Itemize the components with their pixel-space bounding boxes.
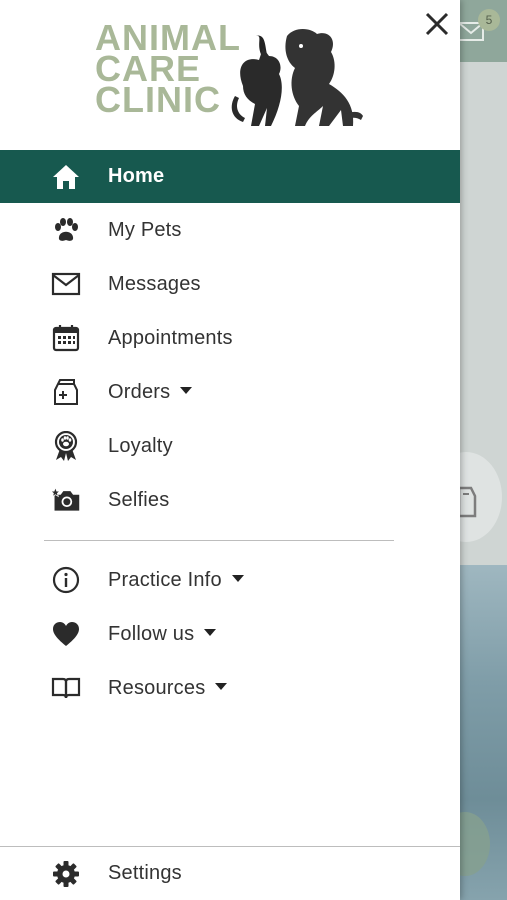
menu-item-label: Practice Info xyxy=(108,569,244,592)
menu-item-label: Orders xyxy=(108,381,193,404)
paw-icon xyxy=(51,216,81,244)
menu-item-resources[interactable]: Resources xyxy=(0,661,460,715)
clinic-logo: ANIMAL CARE CLINIC xyxy=(95,17,370,132)
secondary-menu: Practice Info Follow us Resources xyxy=(0,553,460,715)
chevron-down-icon xyxy=(204,628,217,636)
menu-divider xyxy=(44,540,394,541)
menu-item-settings[interactable]: Settings xyxy=(0,847,460,900)
menu-item-label: Appointments xyxy=(108,326,233,349)
menu-item-messages[interactable]: Messages xyxy=(0,257,460,311)
food-bag-icon xyxy=(51,378,81,406)
home-icon xyxy=(51,163,81,191)
menu-item-my-pets[interactable]: My Pets xyxy=(0,203,460,257)
menu-item-label: Messages xyxy=(108,272,201,295)
menu-item-label: Follow us xyxy=(108,623,217,646)
menu-item-label: Selfies xyxy=(108,488,170,511)
chevron-down-icon xyxy=(180,386,193,394)
food-bag-icon xyxy=(457,486,477,518)
menu-item-label: Loyalty xyxy=(108,434,173,457)
menu-item-follow-us[interactable]: Follow us xyxy=(0,607,460,661)
logo-wordmark: ANIMAL CARE CLINIC xyxy=(95,17,241,120)
heart-icon xyxy=(51,620,81,648)
menu-item-loyalty[interactable]: Loyalty xyxy=(0,419,460,473)
close-icon[interactable] xyxy=(423,10,451,38)
menu-item-appointments[interactable]: Appointments xyxy=(0,311,460,365)
camera-icon xyxy=(51,486,81,514)
menu-item-label: Resources xyxy=(108,677,228,700)
menu-item-home[interactable]: Home xyxy=(0,150,460,203)
menu-item-label: Home xyxy=(108,165,165,187)
cat-and-dog-logo-icon xyxy=(231,29,363,126)
menu-item-orders[interactable]: Orders xyxy=(0,365,460,419)
award-ribbon-icon xyxy=(51,431,81,461)
chevron-down-icon xyxy=(215,682,228,690)
menu-item-label: Settings xyxy=(108,862,182,884)
menu-item-practice-info[interactable]: Practice Info xyxy=(0,553,460,607)
book-icon xyxy=(51,674,81,702)
primary-menu: Home My Pets Messages Appointments Order… xyxy=(0,150,460,527)
envelope-icon xyxy=(51,270,81,298)
chevron-down-icon xyxy=(231,574,244,582)
menu-item-label: My Pets xyxy=(108,218,182,241)
info-icon xyxy=(51,566,81,594)
mail-badge: 5 xyxy=(478,9,500,31)
navigation-drawer: ANIMAL CARE CLINIC Home My Pets Messages… xyxy=(0,0,460,900)
gear-icon xyxy=(51,860,81,888)
calendar-icon xyxy=(51,324,81,352)
menu-item-selfies[interactable]: Selfies xyxy=(0,473,460,527)
